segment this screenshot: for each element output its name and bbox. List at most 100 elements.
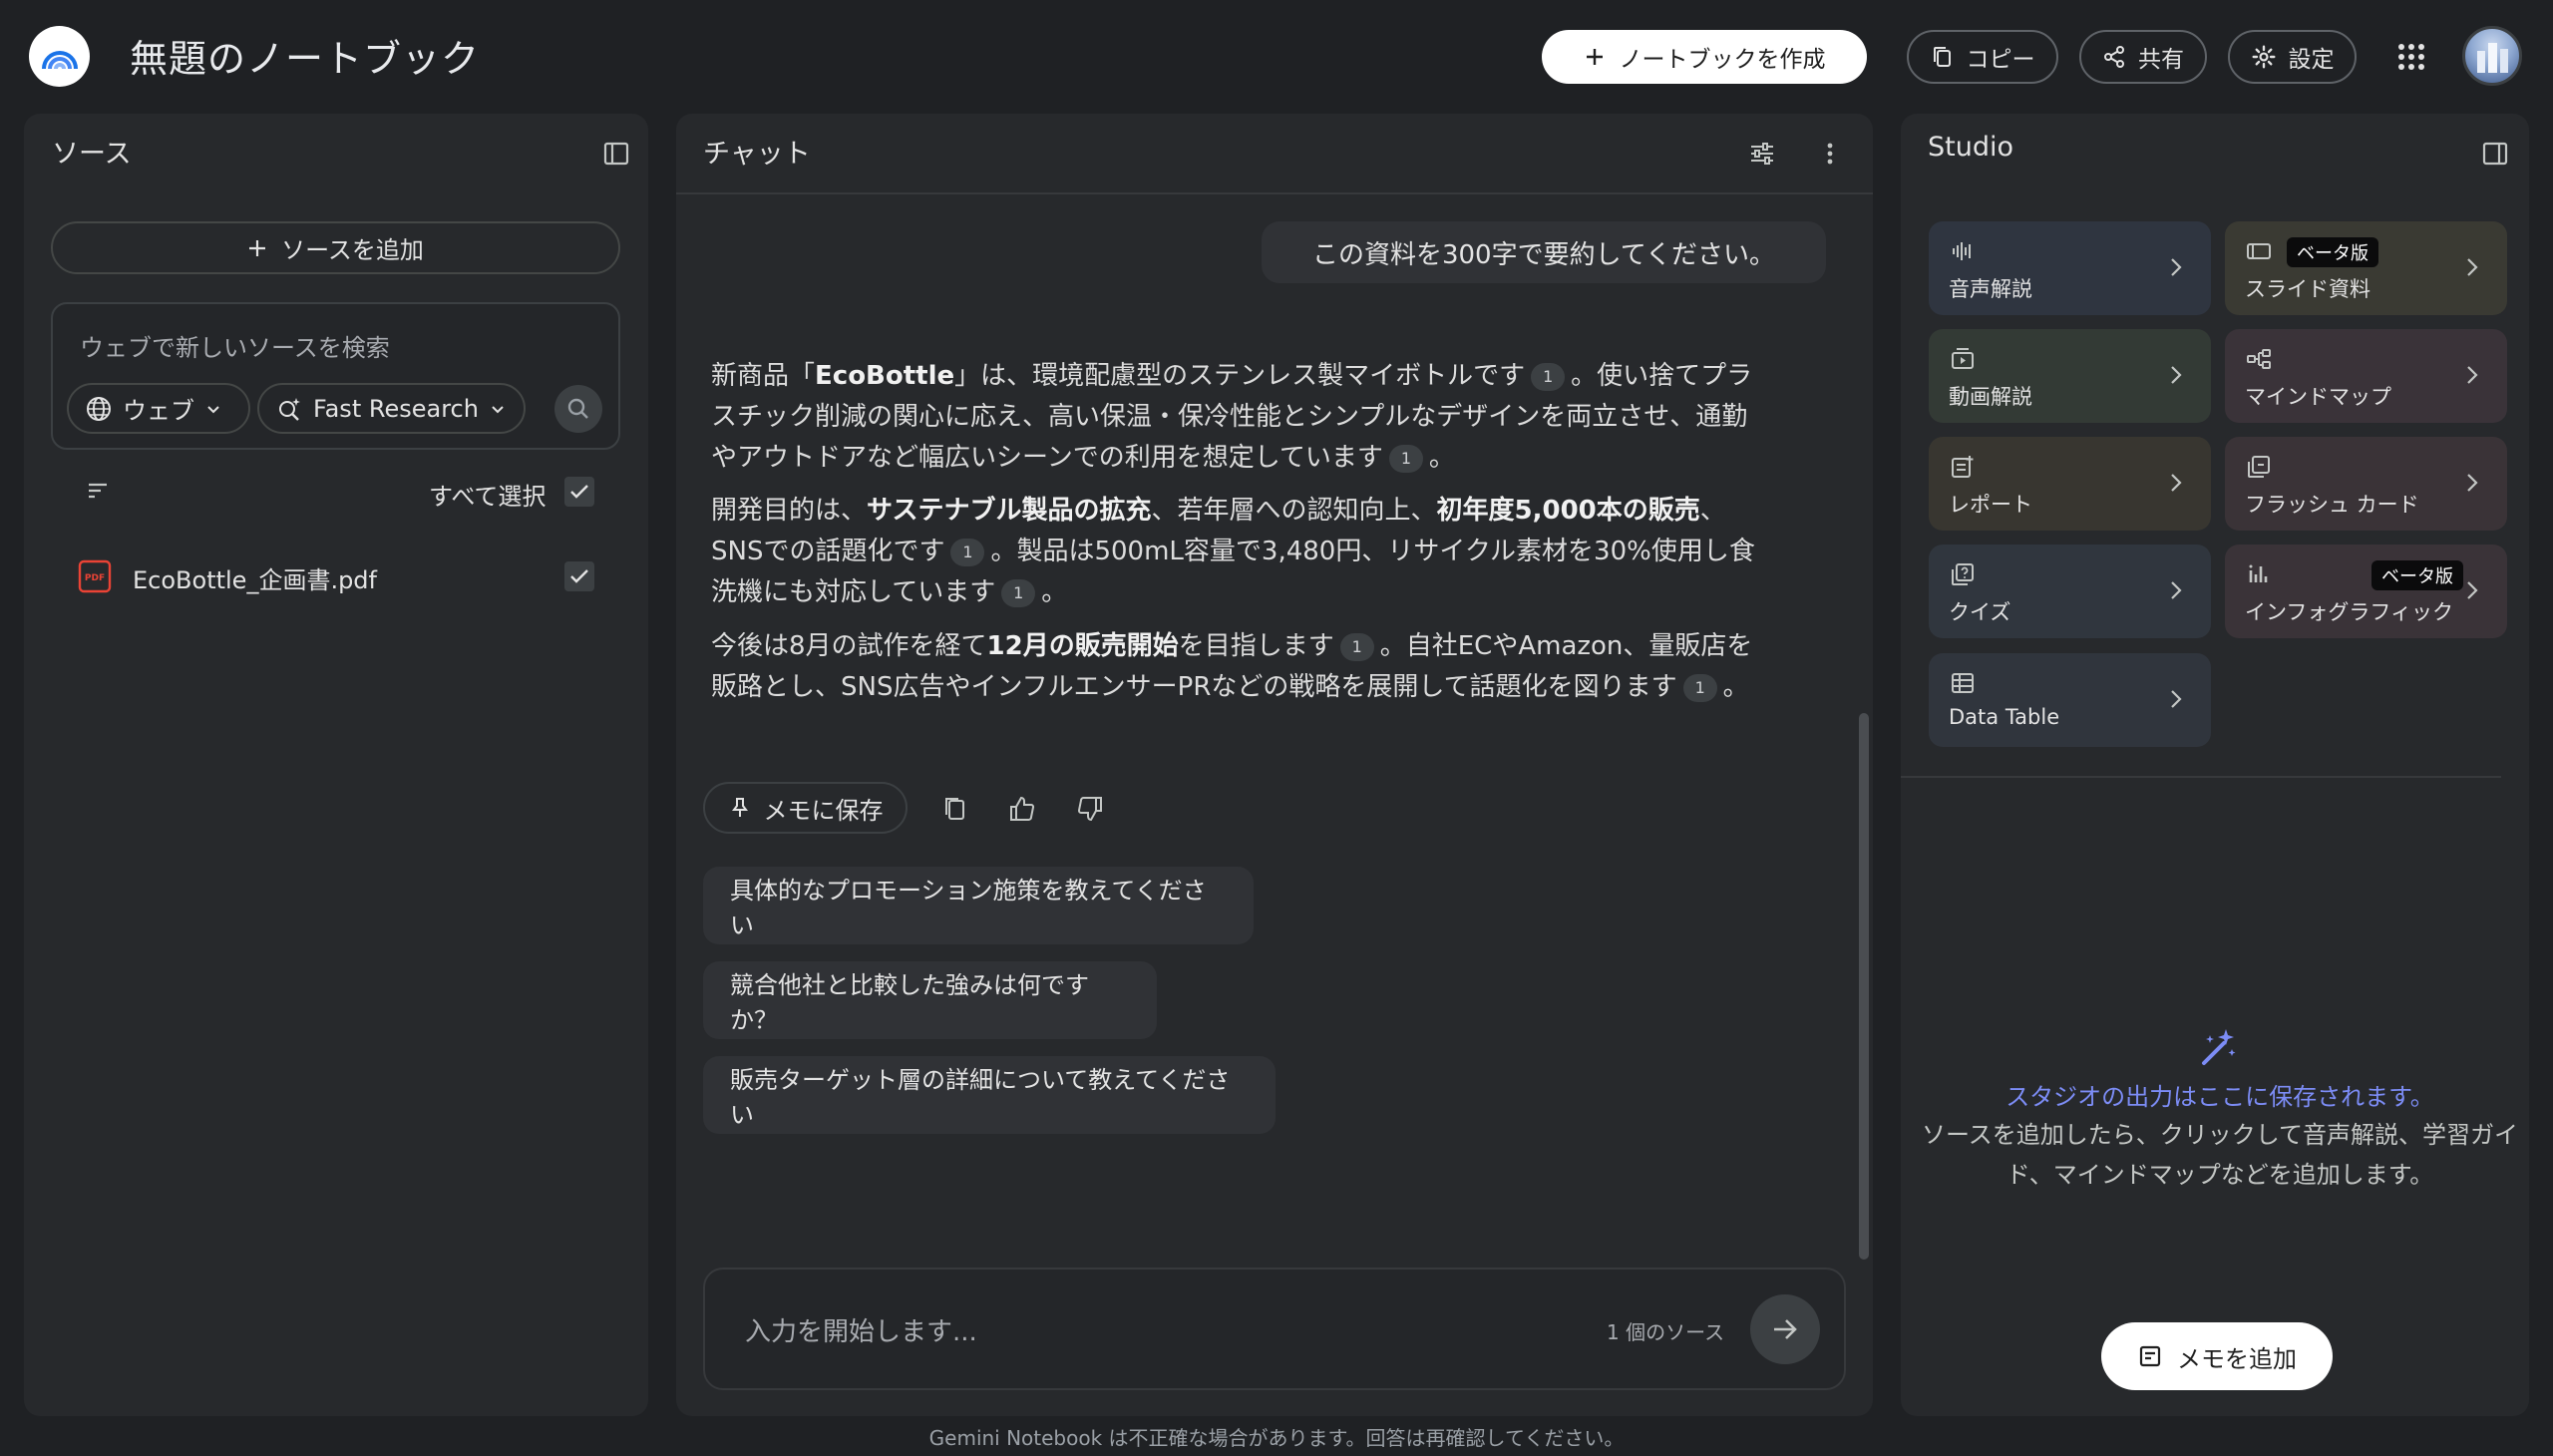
send-button[interactable] [1750, 1294, 1820, 1364]
studio-tile-data-table[interactable]: Data Table [1929, 653, 2211, 747]
studio-tile-flashcards[interactable]: フラッシュ カード [2225, 437, 2507, 531]
copy-icon [1933, 47, 1951, 67]
apps-grid-icon[interactable] [2391, 37, 2431, 77]
tile-label: Data Table [1949, 705, 2060, 729]
response-paragraph: 今後は8月の試作を経て12月の販売開始を目指します 1 。自社ECやAmazon、量… [711, 631, 1753, 702]
source-search-input[interactable]: ウェブで新しいソースを検索 [80, 328, 390, 363]
studio-title: Studio [1928, 132, 2013, 163]
share-button[interactable]: 共有 [2079, 30, 2207, 84]
studio-tile-audio-overview[interactable]: 音声解説 [1929, 221, 2211, 315]
chevron-right-icon [2171, 366, 2182, 384]
response-paragraph: 開発目的は、サステナブル製品の拡充、若年層への認知向上、初年度5,000本の販売… [711, 496, 1755, 607]
beta-badge: ベータ版 [2287, 237, 2378, 267]
chat-input[interactable]: 入力を開始します... [745, 1311, 977, 1348]
citation-chip[interactable]: 1 [1682, 673, 1717, 702]
chat-scrollbar[interactable] [1859, 713, 1869, 1260]
slides-icon [2247, 243, 2271, 259]
studio-tile-quiz[interactable]: クイズ [1929, 545, 2211, 638]
app-logo[interactable] [29, 26, 90, 87]
tile-label: 音声解説 [1949, 277, 2032, 301]
share-icon [2104, 46, 2124, 68]
suggested-question[interactable]: 競合他社と比較した強みは何ですか？ [703, 961, 1157, 1039]
studio-tile-slides[interactable]: ベータ版 スライド資料 [2225, 221, 2507, 315]
citation-chip[interactable]: 1 [1339, 632, 1374, 661]
studio-tile-mindmap[interactable]: マインドマップ [2225, 329, 2507, 423]
add-source-label: ソースを追加 [281, 236, 424, 264]
chat-input-box[interactable]: 入力を開始します... 1 個のソース [703, 1268, 1846, 1390]
citation-chip[interactable]: 1 [1001, 578, 1036, 607]
thumbs-down-icon[interactable] [1070, 789, 1110, 829]
user-message: この資料を300字で要約してください。 [1262, 221, 1826, 283]
search-submit-button[interactable] [554, 385, 602, 433]
tile-label: インフォグラフィック [2245, 600, 2453, 624]
audio-waveform-icon [1953, 242, 1971, 260]
citation-chip[interactable]: 1 [950, 538, 985, 566]
chevron-down-icon [492, 405, 504, 413]
filter-sort-icon[interactable] [78, 471, 118, 511]
add-source-button[interactable]: ソースを追加 [51, 221, 620, 274]
chat-settings-icon[interactable] [1742, 134, 1782, 174]
settings-label: 設定 [2288, 47, 2335, 73]
collapse-panel-icon[interactable] [596, 134, 636, 174]
suggested-question[interactable]: 具体的なプロモーション施策を教えてください [703, 867, 1254, 944]
create-notebook-button[interactable]: ノートブックを作成 [1542, 30, 1867, 84]
research-chip-label: Fast Research [313, 394, 479, 423]
select-all-checkbox[interactable] [564, 477, 594, 507]
citation-chip[interactable]: 1 [1388, 444, 1423, 473]
chat-panel [676, 114, 1873, 1416]
web-source-search: ウェブで新しいソースを検索 ウェブ Fast Research [51, 302, 620, 450]
copy-response-icon[interactable] [935, 789, 975, 829]
tile-label: クイズ [1949, 600, 2011, 624]
sources-title: ソース [52, 139, 132, 170]
pin-icon [731, 798, 748, 817]
share-label: 共有 [2138, 47, 2184, 73]
source-checkbox[interactable] [564, 561, 594, 591]
citation-chip[interactable]: 1 [1531, 362, 1566, 391]
notebook-title[interactable]: 無題のノートブック [130, 28, 480, 83]
notebook-logo-icon [41, 50, 78, 69]
plus-icon [1586, 49, 1603, 65]
collapse-panel-icon[interactable] [2475, 134, 2515, 174]
avatar-image-icon [2477, 43, 2508, 73]
more-vert-icon[interactable] [1810, 134, 1850, 174]
chat-title: チャット [703, 139, 811, 170]
note-icon [2139, 1345, 2161, 1367]
studio-tile-video-overview[interactable]: 動画解説 [1929, 329, 2211, 423]
studio-empty-title: スタジオの出力はここに保存されます。 [2006, 1083, 2434, 1111]
video-icon [1952, 348, 1974, 369]
web-scope-dropdown[interactable]: ウェブ [67, 383, 250, 434]
chevron-right-icon [2171, 474, 2182, 492]
user-avatar[interactable] [2462, 26, 2522, 86]
chat-header-divider [676, 192, 1873, 194]
studio-tile-infographic[interactable]: ベータ版 インフォグラフィック [2225, 545, 2507, 638]
plus-icon [249, 239, 266, 256]
chevron-down-icon [207, 405, 219, 413]
gear-icon [2252, 45, 2275, 69]
tile-label: スライド資料 [2245, 277, 2371, 301]
source-count: 1 個のソース [1607, 1320, 1725, 1344]
research-sparkle-icon [279, 397, 300, 421]
research-mode-dropdown[interactable]: Fast Research [257, 383, 526, 434]
check-icon [570, 569, 588, 583]
arrow-right-icon [1774, 1319, 1797, 1339]
settings-button[interactable]: 設定 [2228, 30, 2357, 84]
add-memo-button[interactable]: メモを追加 [2101, 1322, 2333, 1390]
table-icon [1952, 673, 1974, 693]
studio-tile-report[interactable]: レポート [1929, 437, 2211, 531]
search-icon [567, 398, 588, 419]
chevron-right-icon [2467, 474, 2478, 492]
suggested-question[interactable]: 販売ターゲット層の詳細について教えてください [703, 1056, 1276, 1134]
chevron-right-icon [2171, 258, 2182, 276]
thumbs-up-icon[interactable] [1002, 789, 1042, 829]
chevron-right-icon [2467, 581, 2478, 599]
save-to-memo-button[interactable]: メモに保存 [703, 782, 908, 834]
copy-button[interactable]: コピー [1907, 30, 2058, 84]
save-to-memo-label: メモに保存 [763, 796, 884, 825]
infographic-icon [2249, 564, 2268, 582]
chevron-right-icon [2467, 366, 2478, 384]
copy-label: コピー [1966, 47, 2035, 73]
response-paragraph: 新商品「EcoBottle」は、環境配慮型のステンレス製マイボトルです 1 。使い捨… [711, 361, 1753, 473]
mindmap-icon [2247, 349, 2271, 369]
magic-wand-icon [2202, 1029, 2236, 1065]
studio-divider [1901, 776, 2501, 778]
